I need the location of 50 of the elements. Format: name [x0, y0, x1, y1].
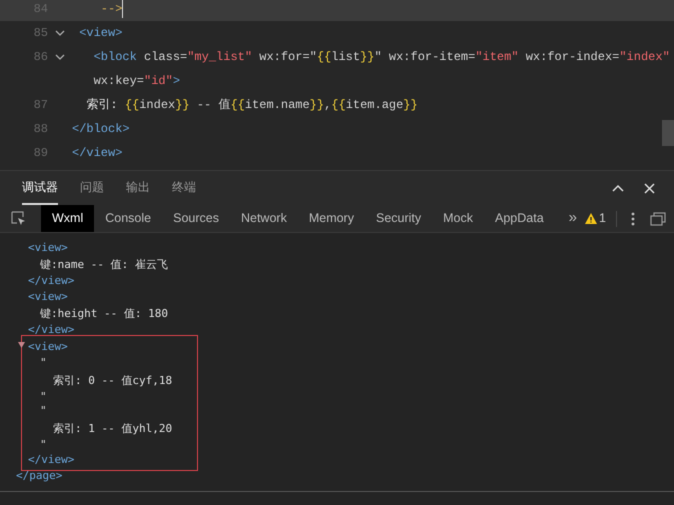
element-tag[interactable]: </page>: [16, 469, 62, 484]
tree-text: ": [40, 438, 47, 452]
element-tag[interactable]: </view>: [28, 323, 74, 338]
tree-text: ": [40, 404, 47, 418]
warning-icon[interactable]: [585, 213, 598, 224]
line-number: 85: [32, 25, 48, 42]
element-tag[interactable]: </view>: [28, 274, 74, 288]
devtools-tab[interactable]: Memory: [298, 205, 365, 232]
tree-text: 键:name -- 值: 崔云飞: [40, 258, 168, 272]
element-tag[interactable]: </view>: [28, 452, 74, 467]
code-line: wx:key="id">: [92, 73, 180, 90]
line-number: 87: [32, 97, 48, 114]
close-icon[interactable]: [644, 182, 655, 194]
code-line: 索引: {{index}} -- 值{{item.name}},{{item.age}}: [85, 97, 418, 114]
devtools-tab[interactable]: Console: [94, 205, 162, 232]
warning-count[interactable]: 1: [599, 209, 606, 228]
devtools-tab[interactable]: AppData: [484, 205, 555, 232]
scrollbar-thumb[interactable]: [662, 120, 674, 146]
code-line: </view>: [72, 145, 122, 162]
code-line: </block>: [72, 121, 130, 138]
devtools-tab[interactable]: Network: [230, 205, 298, 232]
line-number: 88: [32, 121, 48, 138]
dock-icon[interactable]: [650, 212, 666, 226]
code-line: <view>: [78, 25, 122, 42]
more-options-icon[interactable]: [630, 212, 635, 226]
tree-text: 键:height -- 值: 180: [40, 306, 168, 321]
code-line: -->: [72, 0, 124, 18]
devtools-tab[interactable]: Wxml: [41, 205, 94, 232]
fold-chevron-icon[interactable]: [55, 54, 65, 60]
line-number: 86: [32, 49, 48, 66]
element-tag[interactable]: <view>: [28, 290, 68, 304]
devtools-tab[interactable]: Mock: [432, 205, 484, 232]
panel-tab[interactable]: 输出: [126, 171, 150, 205]
fold-chevron-icon[interactable]: [55, 30, 65, 36]
tree-text: ": [40, 356, 47, 370]
tree-text: 索引: 0 -- 值cyf,18: [53, 374, 172, 388]
line-number: 89: [32, 145, 48, 162]
element-tag[interactable]: <view>: [28, 340, 68, 354]
devtools-tab[interactable]: Sources: [162, 205, 230, 232]
devtools-tab[interactable]: Security: [364, 205, 432, 232]
element-tag[interactable]: <view>: [28, 241, 68, 256]
panel-tab[interactable]: 问题: [80, 171, 104, 205]
tree-text: ": [40, 390, 47, 404]
panel-tab[interactable]: 终端: [172, 171, 196, 205]
collapse-icon[interactable]: [612, 184, 624, 192]
tree-text: 索引: 1 -- 值yhl,20: [53, 422, 172, 436]
expand-triangle-icon[interactable]: [18, 342, 25, 348]
element-picker-icon[interactable]: [11, 211, 26, 226]
more-tabs-icon[interactable]: »: [568, 207, 578, 230]
code-line: <block class="my_list" wx:for="{{list}}" wx:for-item="item" wx:for-index="index": [92, 49, 670, 66]
